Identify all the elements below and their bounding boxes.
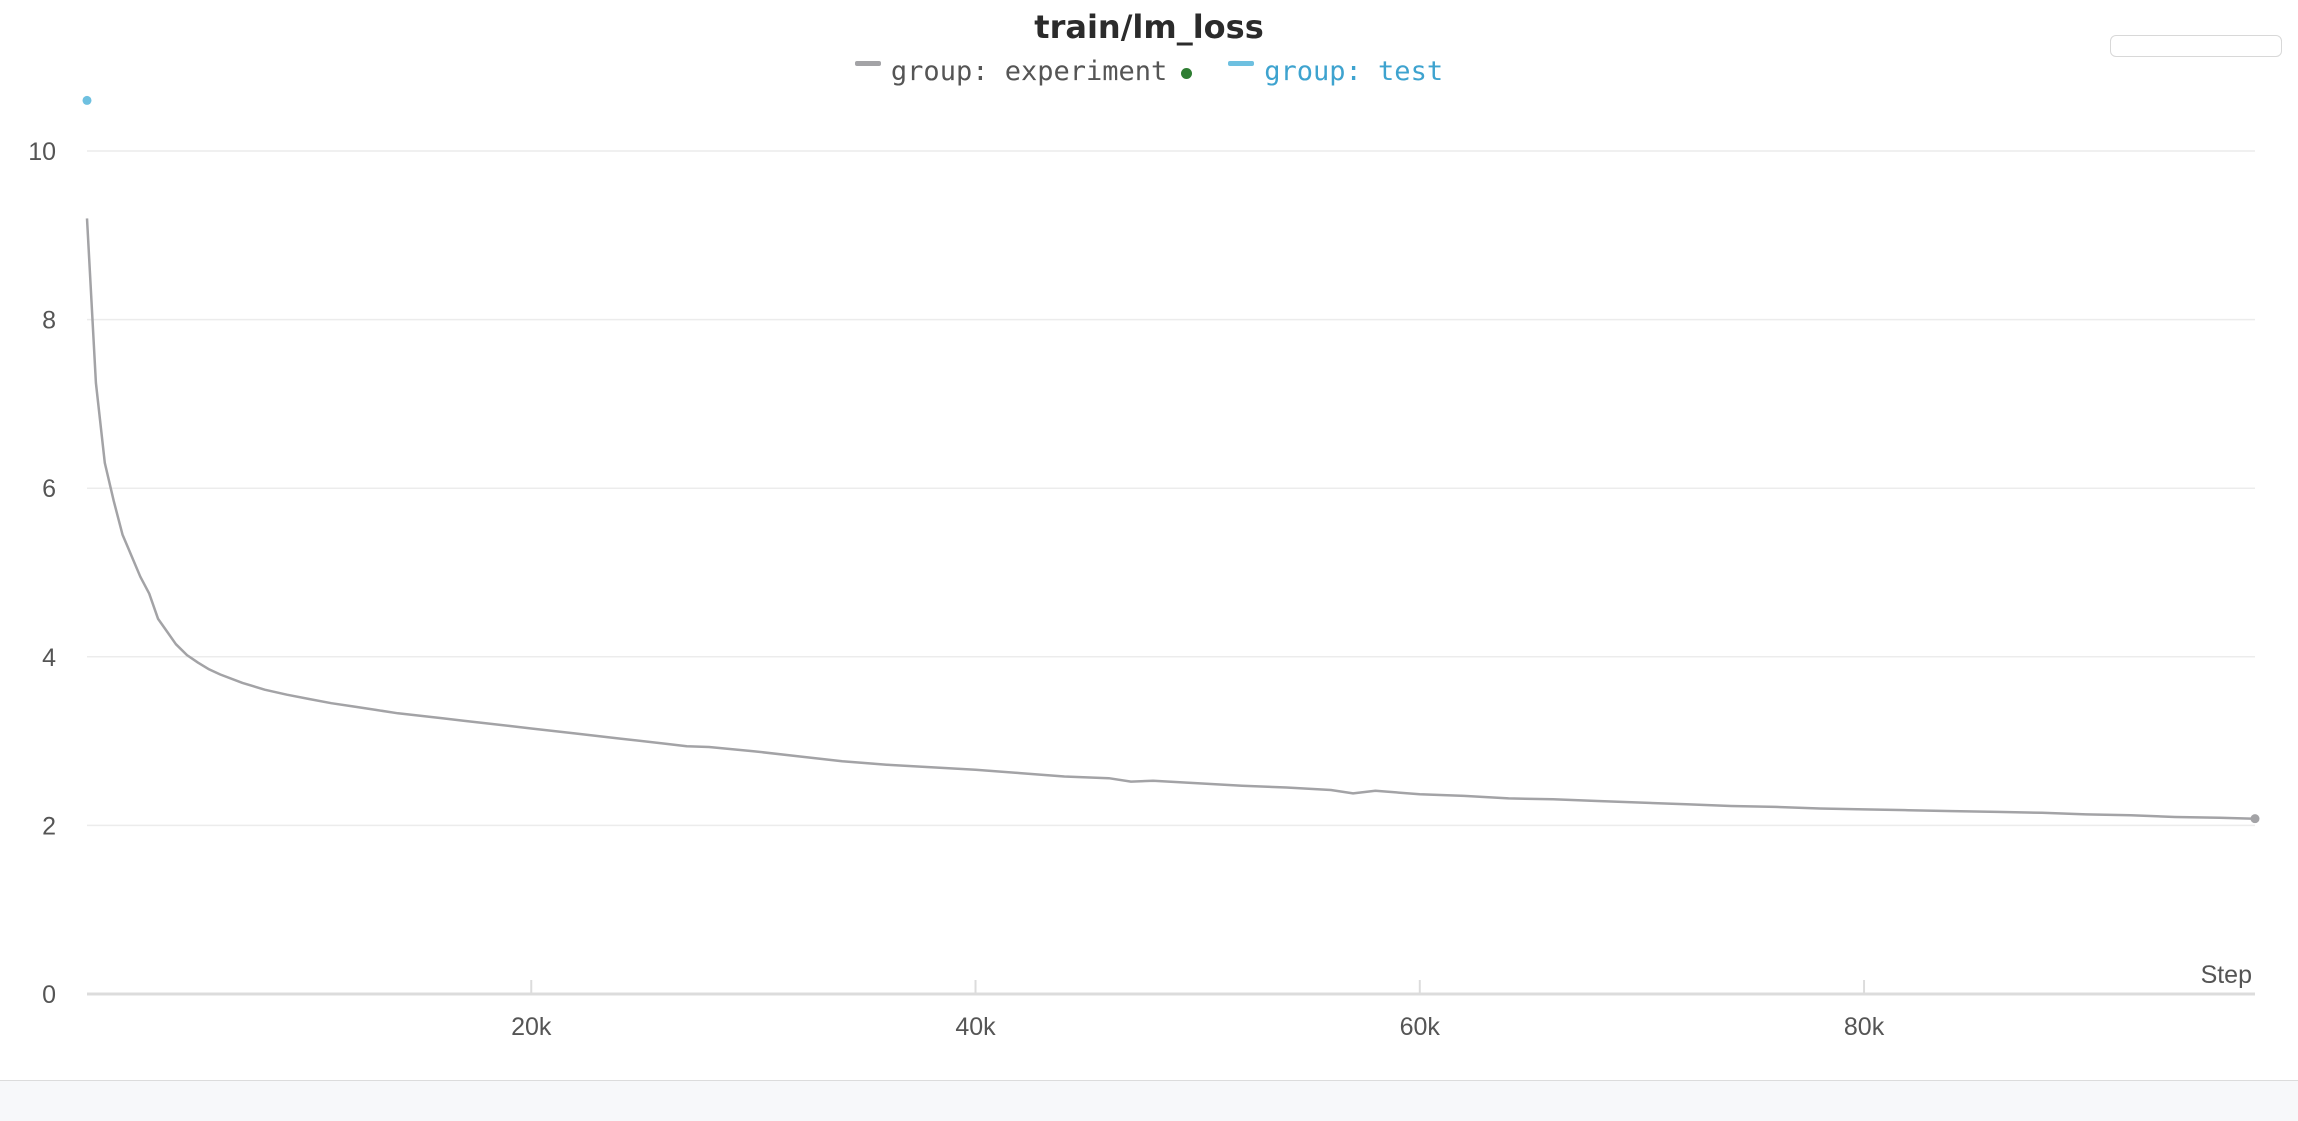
series-layer xyxy=(82,95,2260,824)
x-tick-label: 60k xyxy=(1400,1013,1441,1041)
y-tick-label: 4 xyxy=(42,644,56,672)
series-endpoint-0 xyxy=(2250,814,2260,824)
y-tick-label: 10 xyxy=(28,138,56,166)
x-tick-label: 20k xyxy=(511,1013,552,1041)
y-tick-label: 2 xyxy=(42,812,56,840)
line-chart[interactable]: 0 2 4 6 8 10 20k 40k 60k 80k Step xyxy=(0,0,2298,1080)
y-tick-label: 8 xyxy=(42,307,56,335)
footer-button[interactable] xyxy=(2110,35,2282,57)
x-tick-label: 80k xyxy=(1844,1013,1885,1041)
panel-footer xyxy=(0,1080,2298,1121)
y-tick-label: 6 xyxy=(42,475,56,503)
axes: 0 2 4 6 8 10 20k 40k 60k 80k xyxy=(28,138,2255,1041)
gridlines xyxy=(87,150,2255,827)
x-tick-label: 40k xyxy=(955,1013,996,1041)
series-line-0 xyxy=(85,218,2256,820)
x-axis-label: Step xyxy=(2201,961,2252,989)
y-tick-label: 0 xyxy=(42,981,56,1009)
series-point-1 xyxy=(82,95,92,105)
